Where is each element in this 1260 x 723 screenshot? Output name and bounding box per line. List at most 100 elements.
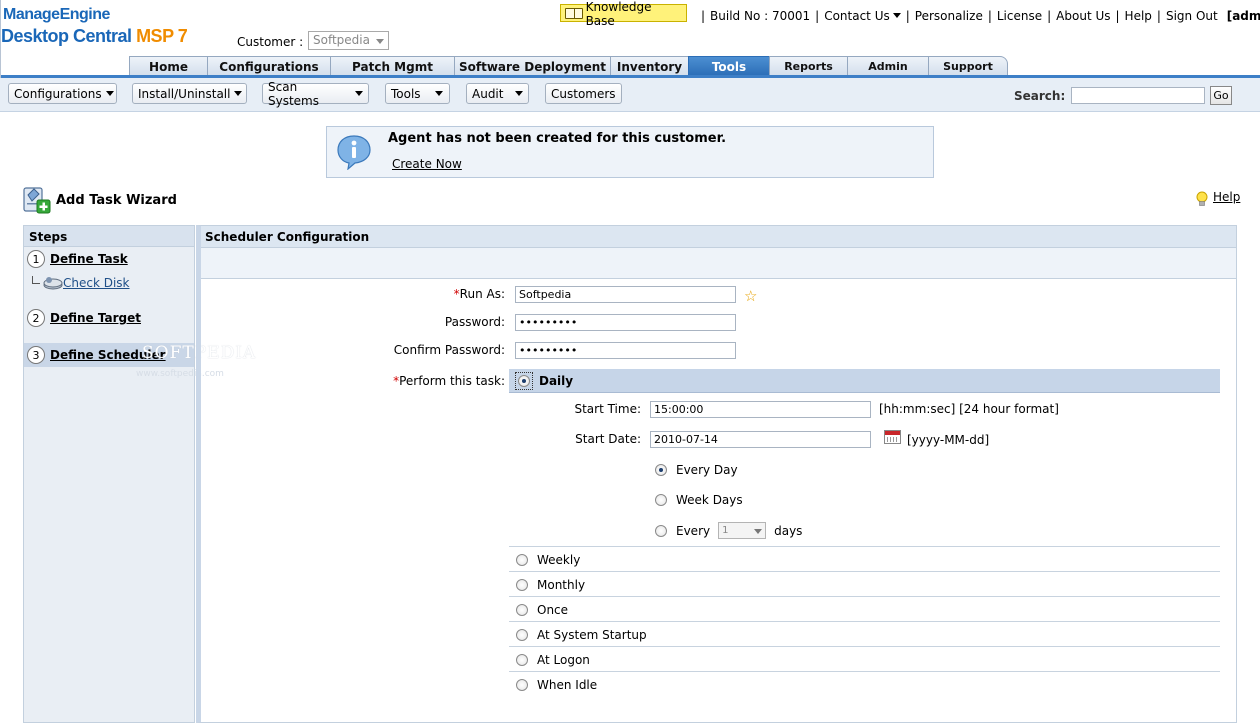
perform-task-label: *Perform this task: [393,374,505,388]
search-go-button[interactable]: Go [1210,86,1232,105]
tab-software-deployment[interactable]: Software Deployment [454,56,611,76]
caret-down-icon [234,91,243,96]
every-label: Every [676,523,711,538]
run-as-label: *Run As: [453,287,505,301]
logo-product: Desktop Central MSP 7 [1,26,188,47]
menu-configurations-label: Configurations [14,86,102,101]
book-icon [565,8,583,19]
substep-check-disk[interactable]: Check Disk [32,276,130,290]
menu-configurations[interactable]: Configurations [8,83,117,104]
tab-reports[interactable]: Reports [769,56,848,76]
step-number: 3 [27,346,45,364]
password-input[interactable]: ••••••••• [515,314,736,331]
contact-us-link[interactable]: Contact Us [824,9,901,23]
search-label: Search: [1014,89,1066,103]
star-icon[interactable]: ☆ [744,287,757,305]
divider [509,571,1220,572]
when-idle-radio[interactable] [516,679,528,691]
search-input[interactable] [1071,87,1205,104]
calendar-icon[interactable] [884,430,901,444]
every-day-label: Every Day [676,463,738,477]
tab-patch-mgmt[interactable]: Patch Mgmt [330,56,455,76]
menu-scan-systems-label: Scan Systems [268,79,319,108]
monthly-radio[interactable] [516,579,528,591]
menu-scan-systems[interactable]: Scan Systems [262,80,369,108]
personalize-link[interactable]: Personalize [915,9,983,23]
every-n-days-radio[interactable] [655,524,667,537]
tab-inventory[interactable]: Inventory [610,56,689,76]
start-time-input[interactable]: 15:00:00 [650,401,871,418]
step-label: Define Task [50,252,128,266]
system-startup-radio[interactable] [516,629,528,641]
start-date-hint: [yyyy-MM-dd] [907,433,990,447]
menu-audit-label: Audit [472,86,504,101]
tab-support[interactable]: Support [928,56,1008,76]
build-number: Build No : 70001 [710,9,811,23]
system-startup-label: At System Startup [537,628,647,642]
disk-icon [43,277,63,290]
step-define-target[interactable]: 2 Define Target [27,309,141,327]
confirm-password-input[interactable]: ••••••••• [515,342,736,359]
create-now-link[interactable]: Create Now [392,157,462,171]
caret-down-icon [515,91,524,96]
option-week-days[interactable]: Week Days [655,493,743,507]
menu-install-uninstall[interactable]: Install/Uninstall [132,83,247,104]
option-system-startup[interactable]: At System Startup [516,628,647,642]
every-days-select[interactable]: 1 [718,522,767,539]
menu-audit[interactable]: Audit [466,83,529,104]
daily-radio[interactable] [518,374,530,387]
customer-select[interactable]: Softpedia [308,31,389,50]
when-idle-label: When Idle [537,678,598,692]
step-define-task[interactable]: 1 Define Task [27,250,128,268]
chevron-down-icon [376,39,384,44]
menu-tools-label: Tools [391,86,421,101]
option-at-logon[interactable]: At Logon [516,653,590,667]
menu-customers[interactable]: Customers [545,83,622,104]
week-days-radio[interactable] [655,494,667,506]
notice-message: Agent has not been created for this cust… [388,131,727,146]
help-top-link[interactable]: Help [1125,9,1152,23]
step-label: Define Target [50,311,141,325]
main-tabs: Home Configurations Patch Mgmt Software … [129,56,1008,76]
start-time-hint: [hh:mm:sec] [24 hour format] [879,402,1059,416]
option-monthly[interactable]: Monthly [516,578,585,592]
divider [509,546,1220,547]
at-logon-label: At Logon [537,653,590,667]
confirm-password-label: Confirm Password: [393,343,505,357]
divider [509,596,1220,597]
contact-us-label: Contact Us [824,9,890,23]
option-once[interactable]: Once [516,603,568,617]
week-days-label: Week Days [676,493,743,507]
scheduler-band [201,248,1236,279]
at-logon-radio[interactable] [516,654,528,666]
menu-tools[interactable]: Tools [385,83,450,104]
knowledge-base-link[interactable]: Knowledge Base [560,0,687,28]
sign-out-link[interactable]: Sign Out [1166,9,1218,23]
license-link[interactable]: License [997,9,1042,23]
start-time-label: Start Time: [574,402,641,416]
logo-product-name: Desktop Central [1,26,132,46]
run-as-input[interactable]: Softpedia [515,286,736,303]
about-us-link[interactable]: About Us [1056,9,1110,23]
info-icon [337,135,371,170]
option-weekly[interactable]: Weekly [516,553,580,567]
top-links: | Build No : 70001 | Contact Us | Person… [696,9,1260,23]
option-daily[interactable]: Daily [509,369,1220,393]
tab-home[interactable]: Home [129,56,208,76]
weekly-label: Weekly [537,553,581,567]
every-day-radio[interactable] [655,464,667,476]
days-label: days [774,523,803,538]
weekly-radio[interactable] [516,554,528,566]
option-every-day[interactable]: Every Day [655,463,738,477]
tab-configurations[interactable]: Configurations [207,56,331,76]
tab-tools[interactable]: Tools [688,56,770,76]
start-date-label: Start Date: [575,432,641,446]
help-link[interactable]: Help [1213,190,1240,204]
logo-edition: MSP 7 [136,26,188,46]
option-every-n-days[interactable]: Every 1 days [655,522,802,539]
once-radio[interactable] [516,604,528,616]
start-date-input[interactable]: 2010-07-14 [650,431,871,448]
option-when-idle[interactable]: When Idle [516,678,597,692]
tab-admin[interactable]: Admin [847,56,929,76]
caret-down-icon [355,91,363,96]
